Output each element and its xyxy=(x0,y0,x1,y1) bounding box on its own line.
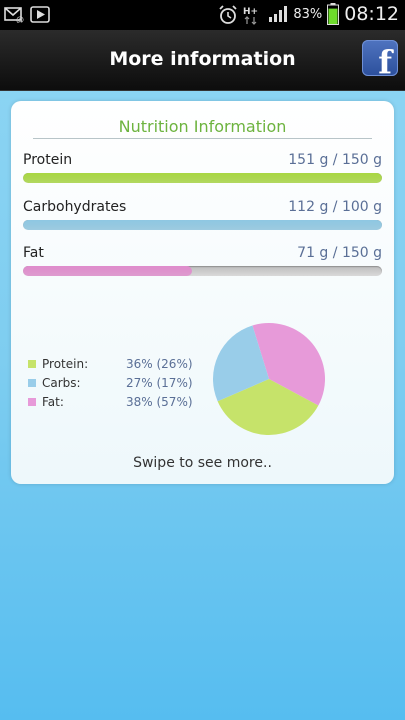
mail-icon: @ xyxy=(4,5,24,24)
legend-item-carbs: Carbs: 27% (17%) xyxy=(28,376,198,395)
hplus-network-icon: H+ xyxy=(243,5,263,25)
facebook-button[interactable]: f xyxy=(362,40,398,76)
nutrient-value: 71 g / 150 g xyxy=(297,245,382,261)
svg-text:@: @ xyxy=(16,15,24,23)
legend-percent: 27% (17%) xyxy=(126,376,193,390)
nutrient-value: 112 g / 100 g xyxy=(288,199,382,215)
legend-label: Fat: xyxy=(42,395,64,409)
legend-swatch xyxy=(28,398,36,406)
nutrition-card[interactable]: Nutrition Information Protein 151 g / 15… xyxy=(11,101,394,484)
signal-icon xyxy=(268,5,288,23)
progress-bar xyxy=(23,173,382,183)
legend-item-fat: Fat: 38% (57%) xyxy=(28,395,198,414)
title-divider xyxy=(33,138,372,139)
progress-bar xyxy=(23,266,382,276)
pie-legend: Protein: 36% (26%) Carbs: 27% (17%) Fat:… xyxy=(28,357,198,414)
nutrient-value: 151 g / 150 g xyxy=(288,152,382,168)
play-icon xyxy=(30,5,50,23)
svg-text:H+: H+ xyxy=(243,7,258,17)
nutrient-label: Fat xyxy=(23,245,44,261)
card-title: Nutrition Information xyxy=(118,117,287,136)
nutrient-label: Protein xyxy=(23,152,73,168)
legend-swatch xyxy=(28,379,36,387)
legend-swatch xyxy=(28,360,36,368)
alarm-icon xyxy=(218,5,238,24)
facebook-icon: f xyxy=(378,43,392,76)
progress-fill xyxy=(23,173,382,183)
legend-label: Protein: xyxy=(42,357,89,371)
progress-fill xyxy=(23,266,192,276)
progress-bar xyxy=(23,220,382,230)
action-bar: More information f xyxy=(0,30,405,91)
legend-percent: 36% (26%) xyxy=(126,357,193,371)
page-title: More information xyxy=(109,48,296,70)
legend-item-protein: Protein: 36% (26%) xyxy=(28,357,198,376)
legend-percent: 38% (57%) xyxy=(126,395,193,409)
battery-percent: 83% xyxy=(293,6,323,22)
status-bar: @ H+ 83% 08:12 xyxy=(0,0,405,30)
nutrient-label: Carbohydrates xyxy=(23,199,127,215)
clock: 08:12 xyxy=(344,3,399,25)
legend-label: Carbs: xyxy=(42,376,81,390)
progress-fill xyxy=(23,220,382,230)
macro-pie-chart xyxy=(213,322,326,435)
swipe-hint: Swipe to see more.. xyxy=(133,455,272,471)
battery-icon xyxy=(327,3,340,25)
